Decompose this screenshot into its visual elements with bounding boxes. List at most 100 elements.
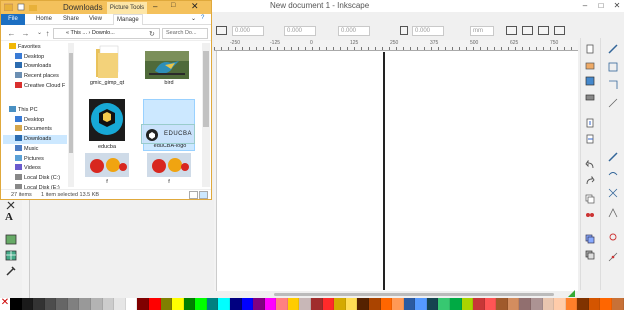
unit-select[interactable]: mm xyxy=(470,26,494,36)
maximize-icon[interactable]: □ xyxy=(171,2,175,9)
file-item[interactable]: f xyxy=(81,153,133,189)
dropper-tool-icon[interactable] xyxy=(5,265,17,276)
snap-intersections-icon[interactable] xyxy=(608,188,618,198)
snap-midpoint-icon[interactable] xyxy=(608,252,618,262)
scroll-thumb[interactable] xyxy=(69,53,73,153)
color-swatch[interactable] xyxy=(322,298,335,310)
color-swatch[interactable] xyxy=(531,298,543,310)
color-swatch[interactable] xyxy=(67,298,80,310)
export-icon[interactable] xyxy=(585,134,595,144)
color-swatch[interactable] xyxy=(253,298,265,310)
color-swatch[interactable] xyxy=(218,298,230,310)
nav-item[interactable]: Local Disk (C:) xyxy=(3,173,67,183)
snap-bbox-edge-icon[interactable] xyxy=(608,80,618,90)
import-icon[interactable] xyxy=(585,118,595,128)
up-button[interactable]: ↑ xyxy=(43,29,52,38)
color-swatch[interactable] xyxy=(357,298,369,310)
drawing-canvas[interactable] xyxy=(217,51,578,291)
color-swatch[interactable] xyxy=(565,298,578,310)
color-swatch[interactable] xyxy=(311,298,323,310)
color-swatch[interactable] xyxy=(473,298,485,310)
nav-item[interactable]: This PC xyxy=(3,106,67,115)
color-swatch[interactable] xyxy=(172,298,184,310)
scroll-thumb[interactable] xyxy=(203,51,209,127)
color-swatch[interactable] xyxy=(195,298,207,310)
expand-ribbon-icon[interactable]: ⌄ xyxy=(191,15,196,22)
text-tool-icon[interactable]: A xyxy=(5,212,17,223)
file-list-scrollbar[interactable] xyxy=(202,43,210,187)
color-swatch[interactable] xyxy=(114,298,126,310)
close-button[interactable]: ✕ xyxy=(610,0,624,11)
copy-icon[interactable] xyxy=(585,194,595,204)
nav-item[interactable]: Music xyxy=(3,144,67,154)
nav-item[interactable]: Favorites xyxy=(3,43,67,52)
color-swatch[interactable] xyxy=(438,298,450,310)
print-icon[interactable] xyxy=(585,92,595,102)
search-input[interactable]: Search Do... xyxy=(162,28,208,39)
snap-toggle-icon[interactable] xyxy=(608,44,618,54)
file-item[interactable]: educba xyxy=(81,99,133,150)
cut-icon[interactable] xyxy=(585,208,595,218)
color-swatch[interactable] xyxy=(299,298,312,310)
spiral-tool-icon[interactable] xyxy=(5,200,17,211)
color-swatch[interactable] xyxy=(554,298,566,310)
nav-item[interactable]: Documents xyxy=(3,125,67,134)
snap-bbox-corner-icon[interactable] xyxy=(608,98,618,108)
color-swatch[interactable] xyxy=(102,298,115,310)
refresh-icon[interactable]: ↻ xyxy=(149,30,155,38)
affect-pattern-icon[interactable] xyxy=(554,26,565,35)
color-swatch[interactable] xyxy=(137,298,149,310)
tab-home[interactable]: Home xyxy=(36,14,52,25)
color-swatch[interactable] xyxy=(21,298,34,310)
color-swatch[interactable] xyxy=(148,298,161,310)
color-swatch[interactable] xyxy=(287,298,300,310)
minimize-button[interactable]: – xyxy=(578,0,592,11)
duplicate-icon[interactable] xyxy=(585,234,595,244)
address-field[interactable]: « This ... › Downlo... xyxy=(53,28,160,39)
color-swatch[interactable] xyxy=(415,298,427,310)
nav-item[interactable]: Recent places xyxy=(3,72,67,81)
nav-item[interactable]: Desktop xyxy=(3,115,67,125)
details-view-icon[interactable] xyxy=(189,191,198,199)
new-document-icon[interactable] xyxy=(585,44,595,54)
color-swatch[interactable] xyxy=(264,298,277,310)
navigation-scrollbar[interactable] xyxy=(68,43,74,187)
gradient-tool-icon[interactable] xyxy=(5,234,17,245)
no-paint-swatch[interactable]: ✕ xyxy=(0,298,10,310)
back-button[interactable]: ← xyxy=(7,29,16,38)
color-swatch[interactable] xyxy=(600,298,613,310)
tab-share[interactable]: Share xyxy=(63,14,79,25)
snap-smooth-icon[interactable] xyxy=(608,232,618,242)
color-swatch[interactable] xyxy=(125,298,138,310)
color-swatch[interactable] xyxy=(426,298,439,310)
color-swatch[interactable] xyxy=(461,298,474,310)
file-tab[interactable]: File xyxy=(1,14,25,25)
clone-icon[interactable] xyxy=(585,250,595,260)
x-field[interactable]: 0.000 xyxy=(232,26,264,36)
color-swatch[interactable] xyxy=(612,298,624,310)
color-swatch[interactable] xyxy=(449,298,462,310)
color-swatch[interactable] xyxy=(588,298,601,310)
file-item[interactable]: gmic_gimp_qt xyxy=(81,43,133,88)
color-swatch[interactable] xyxy=(542,298,555,310)
horizontal-scrollbar[interactable] xyxy=(214,291,578,298)
snap-nodes-icon[interactable] xyxy=(608,152,618,162)
undo-icon[interactable] xyxy=(585,160,595,170)
affect-gradient-icon[interactable] xyxy=(538,26,549,35)
affect-corners-icon[interactable] xyxy=(522,26,533,35)
nav-item[interactable]: Downloads xyxy=(3,62,67,71)
close-icon[interactable]: ✕ xyxy=(191,1,199,12)
redo-icon[interactable] xyxy=(585,176,595,186)
color-swatch[interactable] xyxy=(345,298,358,310)
height-field[interactable]: 0.000 xyxy=(412,26,444,36)
snap-bbox-icon[interactable] xyxy=(608,62,618,72)
color-swatch[interactable] xyxy=(229,298,242,310)
width-field[interactable]: 0.000 xyxy=(338,26,370,36)
color-swatch[interactable] xyxy=(507,298,520,310)
save-icon[interactable] xyxy=(585,76,595,86)
color-swatch[interactable] xyxy=(206,298,219,310)
nav-item[interactable]: Pictures xyxy=(3,154,67,164)
scroll-thumb[interactable] xyxy=(274,293,554,296)
color-swatch[interactable] xyxy=(10,298,22,310)
color-swatch[interactable] xyxy=(91,298,103,310)
